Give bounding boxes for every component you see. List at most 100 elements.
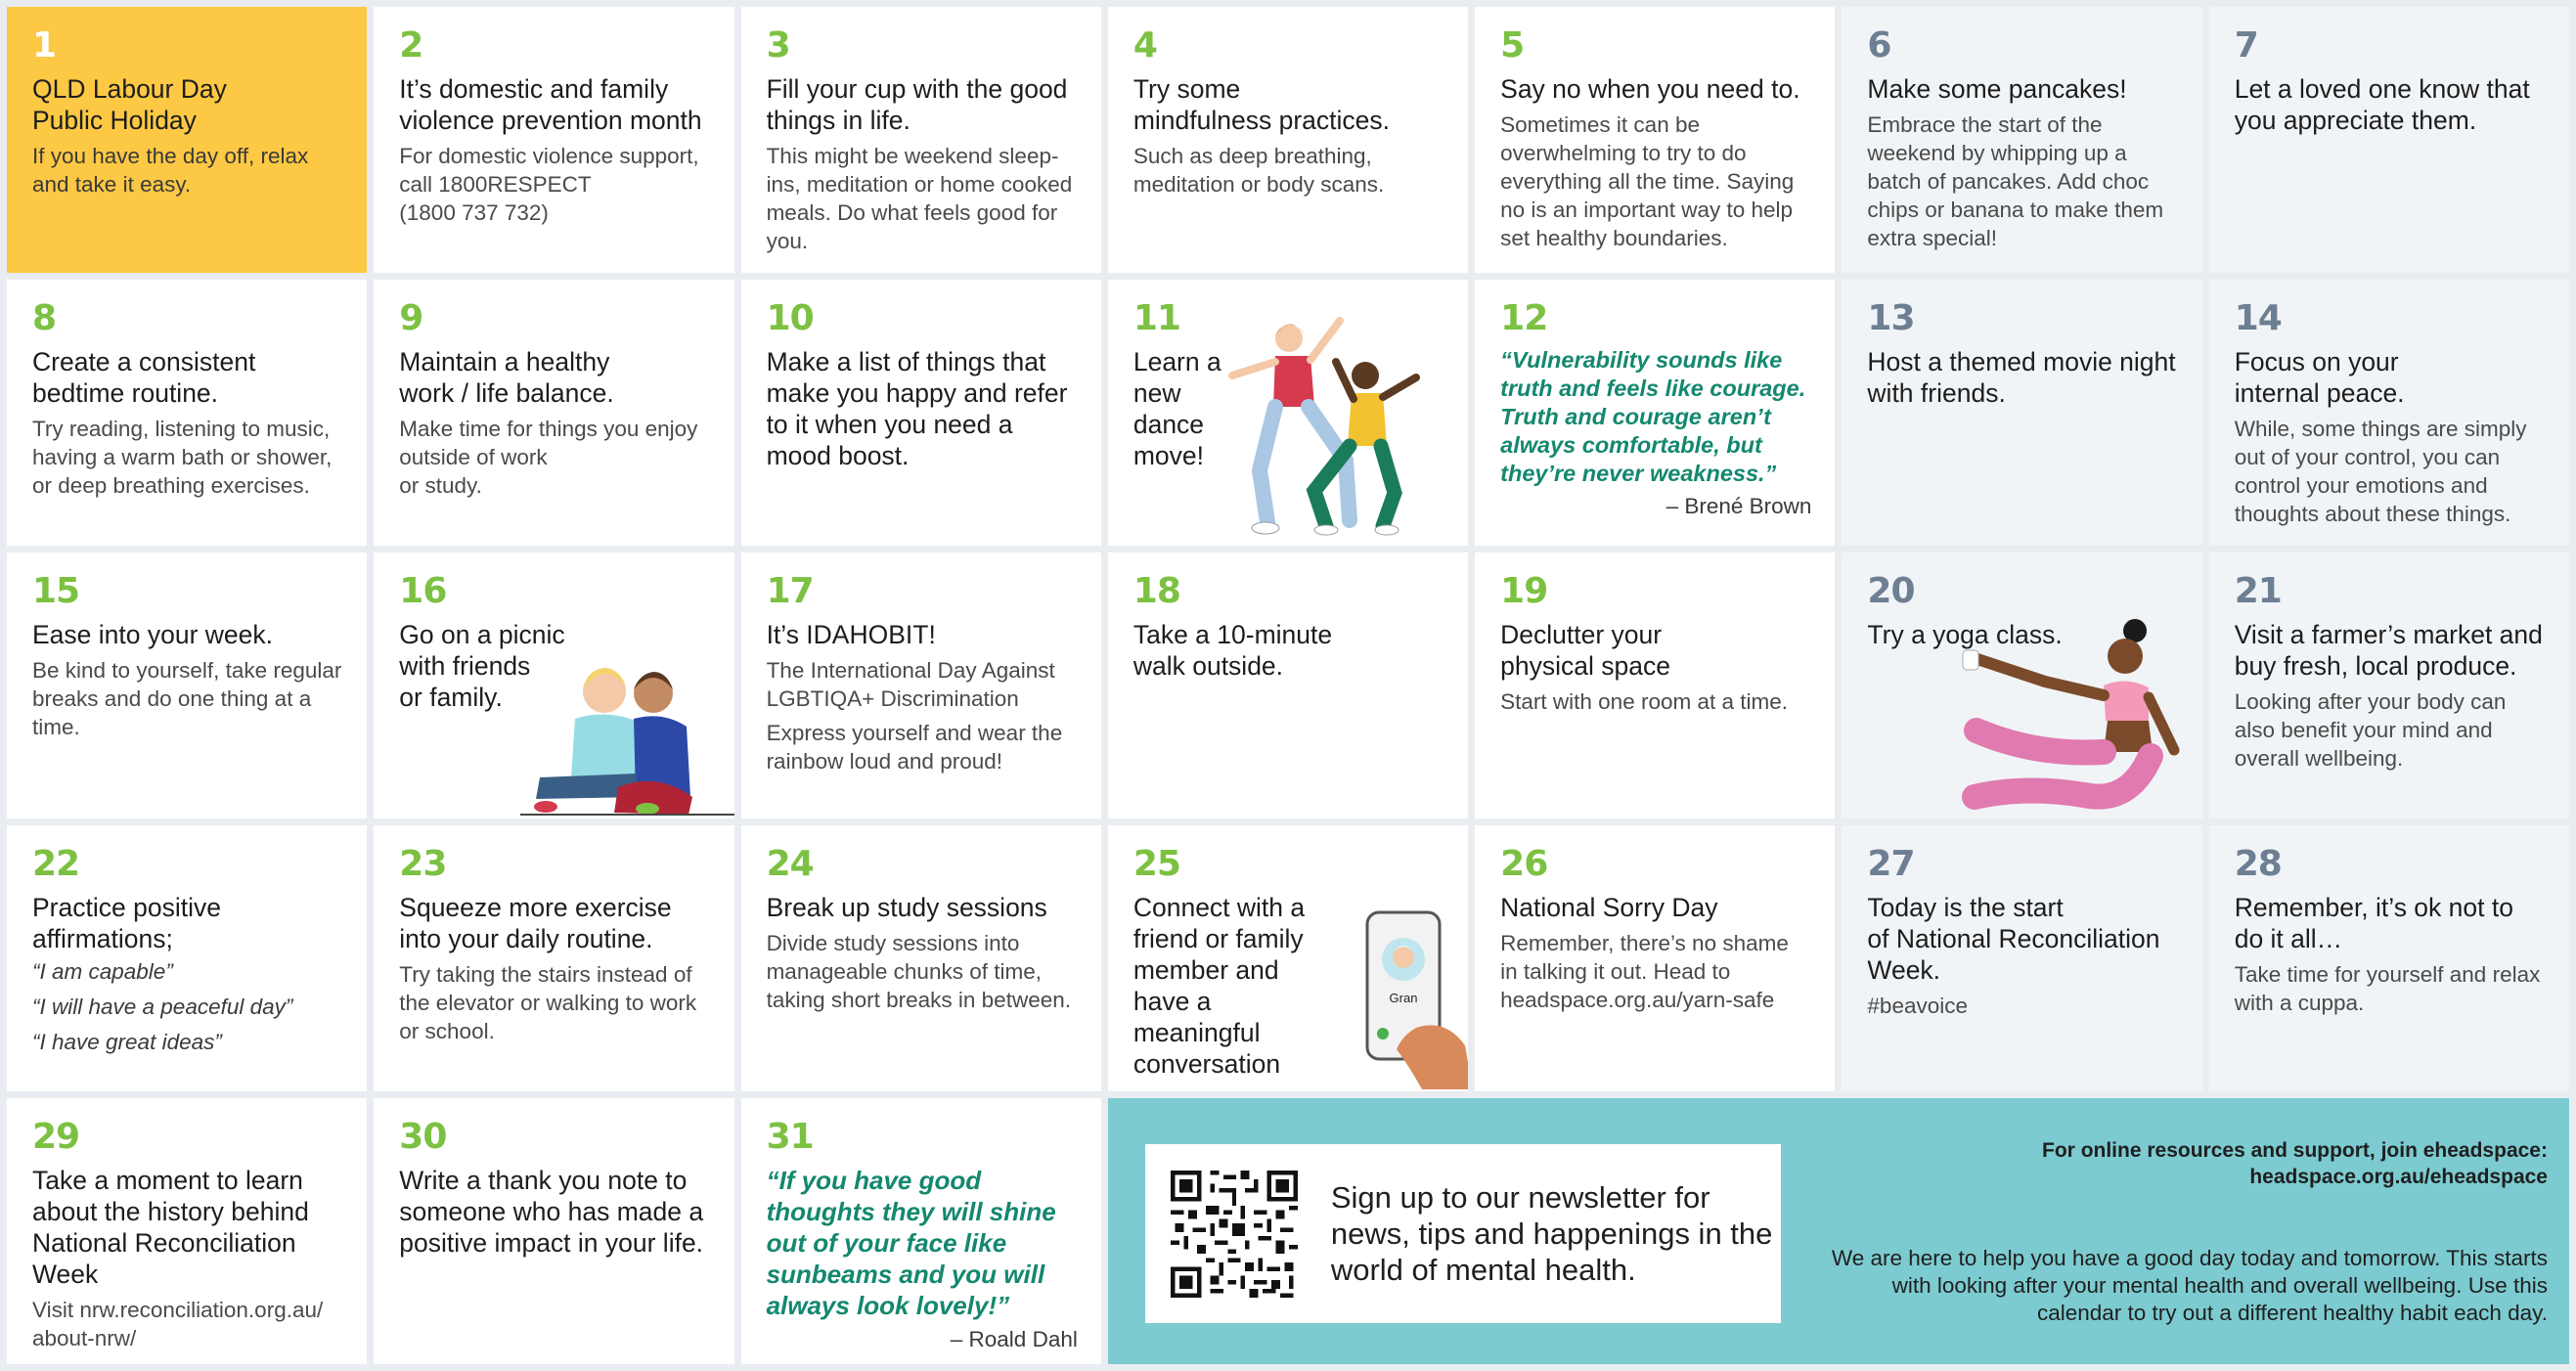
yoga-illustration [1962,619,2180,810]
day-cell: 12 “Vulnerability sounds like truth and … [1475,280,1836,546]
day-number: 1 [32,25,57,66]
calendar-grid: 1 QLD Labour Day Public Holiday If you h… [0,0,2576,1371]
day-cell: 17 It’s IDAHOBIT! The International Day … [740,553,1101,818]
day-cell: 28 Remember, it’s ok not to do it all… T… [2208,825,2569,1091]
day-cell: 5 Say no when you need to. Sometimes it … [1475,7,1836,273]
qr-code-icon[interactable] [1170,1170,1298,1298]
day-number: 27 [1867,844,1915,884]
day-cell: 29 Take a moment to learn about the hist… [7,1098,368,1364]
day-number: 21 [2234,571,2283,611]
quote-author: – Brené Brown [1666,494,1812,518]
newsletter-signup[interactable]: Sign up to our newsletter for news, tips… [1144,1144,1781,1323]
day-number: 5 [1500,25,1525,66]
day-number: 3 [766,25,791,66]
day-title: Visit a farmer’s market and buy fresh, l… [2234,620,2543,681]
day-title: Host a themed movie night with friends. [1867,347,2176,408]
day-body: Start with one room at a time. [1500,689,1789,714]
day-cell: 31 “If you have good thoughts they will … [740,1098,1101,1364]
day-number: 7 [2234,25,2259,66]
day-body: Take time for yourself and relax with a … [2234,962,2541,1015]
day-cell: 7 Let a loved one know that you apprecia… [2208,7,2569,273]
day-cell: 23 Squeeze more exercise into your daily… [374,825,734,1091]
day-title: QLD Labour Day Public Holiday [32,74,227,135]
day-cell: 6 Make some pancakes! Embrace the start … [1842,7,2202,273]
day-number: 19 [1500,571,1548,611]
day-number: 20 [1867,571,1915,611]
day-quote: “Vulnerability sounds like truth and fee… [1500,347,1806,486]
day-cell: 30 Write a thank you note to someone who… [374,1098,734,1364]
day-title: Remember, it’s ok not to do it all… [2234,893,2513,953]
day-title: Break up study sessions [766,893,1047,922]
day-cell: 19 Declutter your physical space Start w… [1475,553,1836,818]
day-number: 10 [766,298,815,338]
day-number: 23 [399,844,447,884]
dancers-illustration [1227,317,1420,536]
day-number: 22 [32,844,80,884]
day-cell: 4 Try some mindfulness practices. Such a… [1107,7,1469,273]
day-cell: 2 It’s domestic and family violence prev… [374,7,734,273]
affirmation: “I am capable” [32,959,173,984]
day-number: 16 [399,571,447,611]
day-body: Make time for things you enjoy outside o… [399,417,698,498]
day-number: 31 [766,1117,815,1157]
day-title: Take a moment to learn about the history… [32,1166,309,1289]
day-cell: 25 Connect with a friend or family membe… [1107,825,1469,1091]
picnic-friends-illustration [520,668,734,816]
day-number: 29 [32,1117,80,1157]
day-cell: 11 Learn a new dance move! [1107,280,1469,546]
day-title: Today is the start of National Reconcili… [1867,893,2160,985]
day-number: 9 [399,298,423,338]
day-cell: 24 Break up study sessions Divide study … [740,825,1101,1091]
day-body: If you have the day off, relax and take … [32,144,309,197]
promo-panel: Sign up to our newsletter for news, tips… [1107,1098,2569,1364]
day-body: While, some things are simply out of you… [2234,417,2527,526]
day-cell: 15 Ease into your week. Be kind to yours… [7,553,368,818]
day-body: Embrace the start of the weekend by whip… [1867,112,2164,250]
day-title: Connect with a friend or family member a… [1133,893,1306,1079]
day-cell: 8 Create a consistent bedtime routine. T… [7,280,368,546]
day-cell: 14 Focus on your internal peace. While, … [2208,280,2569,546]
day-cell: 9 Maintain a healthy work / life balance… [374,280,734,546]
affirmation: “I have great ideas” [32,1030,222,1054]
day-cell: 27 Today is the start of National Reconc… [1842,825,2202,1091]
day-cell: 22 Practice positive affirmations; “I am… [7,825,368,1091]
day-number: 12 [1500,298,1548,338]
day-cell: 1 QLD Labour Day Public Holiday If you h… [7,7,368,273]
day-body: Divide study sessions into manageable ch… [766,931,1071,1012]
day-title: Make a list of things that make you happ… [766,347,1068,470]
day-title: Fill your cup with the good things in li… [766,74,1068,135]
eheadspace-info: For online resources and support, join e… [2042,1139,2548,1188]
day-body: For domestic violence support, call 1800… [399,144,699,225]
day-body: Try taking the stairs instead of the ele… [399,962,697,1043]
day-body: This might be weekend sleep-ins, meditat… [766,144,1073,253]
day-number: 30 [399,1117,447,1157]
day-title: National Sorry Day [1500,893,1718,922]
day-title: It’s IDAHOBIT! [766,620,936,649]
day-body: Visit nrw.reconciliation.org.au/ about-n… [32,1298,324,1350]
day-title: Maintain a healthy work / life balance. [399,347,614,408]
day-body: #beavoice [1867,994,1969,1018]
day-number: 28 [2234,844,2283,884]
day-body: Try reading, listening to music, having … [32,417,333,498]
day-title: Declutter your physical space [1500,620,1670,681]
day-cell: 18 Take a 10-minute walk outside. [1107,553,1469,818]
day-cell: 16 Go on a picnic with friends or family… [374,553,734,818]
day-body: Looking after your body can also benefit… [2234,689,2507,771]
day-number: 15 [32,571,80,611]
day-number: 13 [1867,298,1915,338]
day-cell: 21 Visit a farmer’s market and buy fresh… [2208,553,2569,818]
affirmation: “I will have a peaceful day” [32,995,293,1019]
day-title: It’s domestic and family violence preven… [399,74,702,135]
day-title: Practice positive affirmations; [32,893,221,953]
day-cell: 3 Fill your cup with the good things in … [740,7,1101,273]
calendar-about-text: We are here to help you have a good day … [1831,1246,2548,1325]
phone-call-illustration: Gran [1365,910,1469,1089]
day-cell: 26 National Sorry Day Remember, there’s … [1475,825,1836,1091]
day-body: The International Day Against LGBTIQA+ D… [766,658,1055,711]
day-body: Be kind to yourself, take regular breaks… [32,658,342,739]
day-body: Such as deep breathing, meditation or bo… [1133,144,1385,197]
day-number: 18 [1133,571,1181,611]
day-number: 8 [32,298,57,338]
day-body: Remember, there’s no shame in talking it… [1500,931,1789,1012]
day-cell: 13 Host a themed movie night with friend… [1842,280,2202,546]
